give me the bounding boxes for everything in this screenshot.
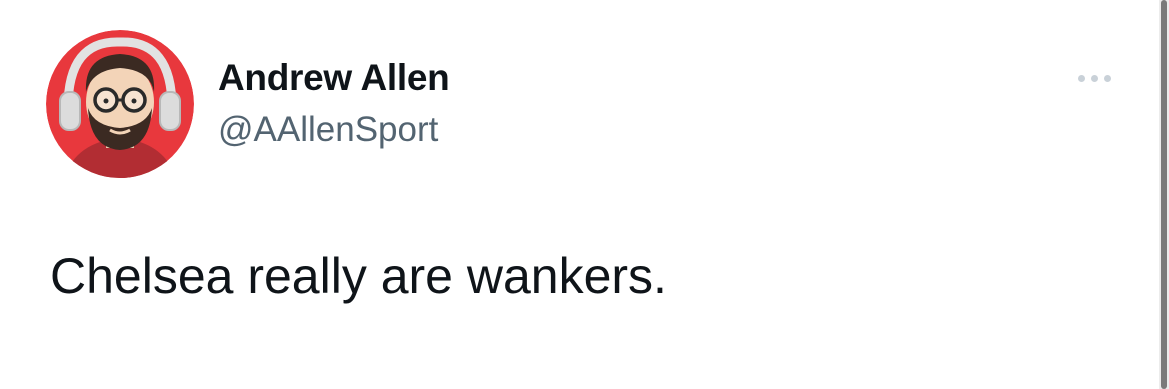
avatar-image xyxy=(46,30,194,178)
author-handle[interactable]: @AAllenSport xyxy=(218,108,438,152)
author-display-name[interactable]: Andrew Allen xyxy=(218,56,450,100)
avatar[interactable] xyxy=(46,30,194,178)
scrollbar[interactable] xyxy=(1159,0,1169,389)
ellipsis-icon xyxy=(1077,74,1085,82)
tweet-text: Chelsea really are wankers. xyxy=(50,248,667,304)
more-options-button[interactable] xyxy=(1068,64,1120,92)
ellipsis-icon xyxy=(1090,74,1098,82)
tweet-card: Andrew Allen @AAllenSport Chelsea really… xyxy=(0,0,1169,389)
ellipsis-icon xyxy=(1103,74,1111,82)
scrollbar-thumb[interactable] xyxy=(1161,0,1167,389)
